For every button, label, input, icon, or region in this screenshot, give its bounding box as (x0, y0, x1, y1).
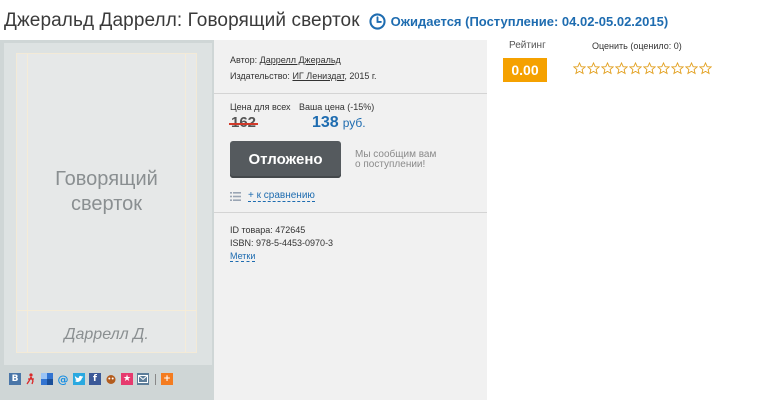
cover-title-line-2: сверток (70, 193, 142, 215)
share-divider (155, 373, 156, 385)
book-cover[interactable]: Говорящий сверток Даррелл Д. (4, 43, 212, 365)
section-divider (214, 212, 487, 213)
product-card: Говорящий сверток Даррелл Д. B @ f ★ + А… (0, 40, 487, 400)
compare-link[interactable]: + к сравнению (230, 190, 315, 202)
notify-line-2: о поступлении! (355, 159, 426, 170)
price-all-label: Цена для всех (230, 102, 291, 112)
postponed-button[interactable]: Отложено (230, 141, 341, 178)
old-price: 162 (228, 114, 259, 131)
clock-icon (369, 12, 386, 30)
star-icon[interactable] (629, 62, 642, 75)
product-ids: ID товара: 472645 ISBN: 978-5-4453-0970-… (230, 224, 333, 263)
rate-label: Оценить (оценило: 0) (592, 41, 682, 51)
lj-icon[interactable] (25, 373, 37, 385)
publisher-row: Издательство: ИГ Лениздат, 2015 г. (230, 68, 377, 84)
publisher-link[interactable]: ИГ Лениздат (292, 71, 344, 81)
product-info: Автор: Даррелл Джеральд Издательство: ИГ… (214, 40, 487, 400)
new-price: 138 руб. (312, 114, 366, 132)
publish-year: , 2015 г. (344, 71, 377, 81)
star-icon[interactable] (671, 62, 684, 75)
product-id: ID товара: 472645 (230, 225, 306, 235)
cover-title-line-1: Говорящий (55, 168, 158, 190)
cover-decor-line (17, 310, 196, 311)
product-meta: Автор: Даррелл Джеральд Издательство: ИГ… (230, 52, 377, 84)
star-icon[interactable] (657, 62, 670, 75)
star-icon[interactable] (699, 62, 712, 75)
cover-author: Даррелл Д. (64, 326, 149, 343)
twitter-icon[interactable] (73, 373, 85, 385)
bookmarks-icon[interactable]: ★ (121, 373, 133, 385)
star-icon[interactable] (643, 62, 656, 75)
rating-badge: 0.00 (503, 58, 547, 82)
notify-text: Мы сообщим вам о поступлении! (355, 150, 465, 170)
cover-title: Говорящий сверток (17, 167, 196, 217)
cover-frame: Говорящий сверток Даррелл Д. (16, 53, 197, 353)
price-your-label: Ваша цена (-15%) (299, 102, 375, 112)
email-icon[interactable] (137, 373, 149, 385)
new-price-value: 138 (312, 114, 339, 131)
product-header: Джеральд Даррелл: Говорящий сверток Ожид… (4, 6, 668, 36)
section-divider (214, 93, 487, 94)
facebook-icon[interactable]: f (89, 373, 101, 385)
page-title: Джеральд Даррелл: Говорящий сверток (4, 10, 360, 31)
list-icon (230, 191, 241, 201)
compare-label[interactable]: + к сравнению (248, 190, 315, 202)
star-icon[interactable] (685, 62, 698, 75)
author-label: Автор: (230, 55, 258, 65)
moimir-icon[interactable] (105, 373, 117, 385)
product-isbn: ISBN: 978-5-4453-0970-3 (230, 238, 334, 248)
star-icon[interactable] (573, 62, 586, 75)
more-icon[interactable]: + (161, 373, 173, 385)
publisher-label: Издательство: (230, 71, 290, 81)
tags-link[interactable]: Метки (230, 251, 256, 262)
price-labels: Цена для всех Ваша цена (-15%) (230, 102, 374, 112)
star-icon[interactable] (587, 62, 600, 75)
rating-stars[interactable] (573, 62, 713, 75)
currency-label: руб. (342, 116, 366, 130)
cover-column: Говорящий сверток Даррелл Д. B @ f ★ + (0, 40, 214, 400)
rating-label: Рейтинг (509, 40, 546, 51)
author-row: Автор: Даррелл Джеральд (230, 52, 377, 68)
vk-icon[interactable]: B (9, 373, 21, 385)
mail-icon[interactable]: @ (57, 373, 69, 386)
author-link[interactable]: Даррелл Джеральд (260, 55, 341, 65)
availability-status: Ожидается (Поступление: 04.02-05.02.2015… (390, 13, 669, 29)
share-bar: B @ f ★ + (9, 373, 177, 386)
star-icon[interactable] (615, 62, 628, 75)
delicious-icon[interactable] (41, 373, 53, 385)
star-icon[interactable] (601, 62, 614, 75)
